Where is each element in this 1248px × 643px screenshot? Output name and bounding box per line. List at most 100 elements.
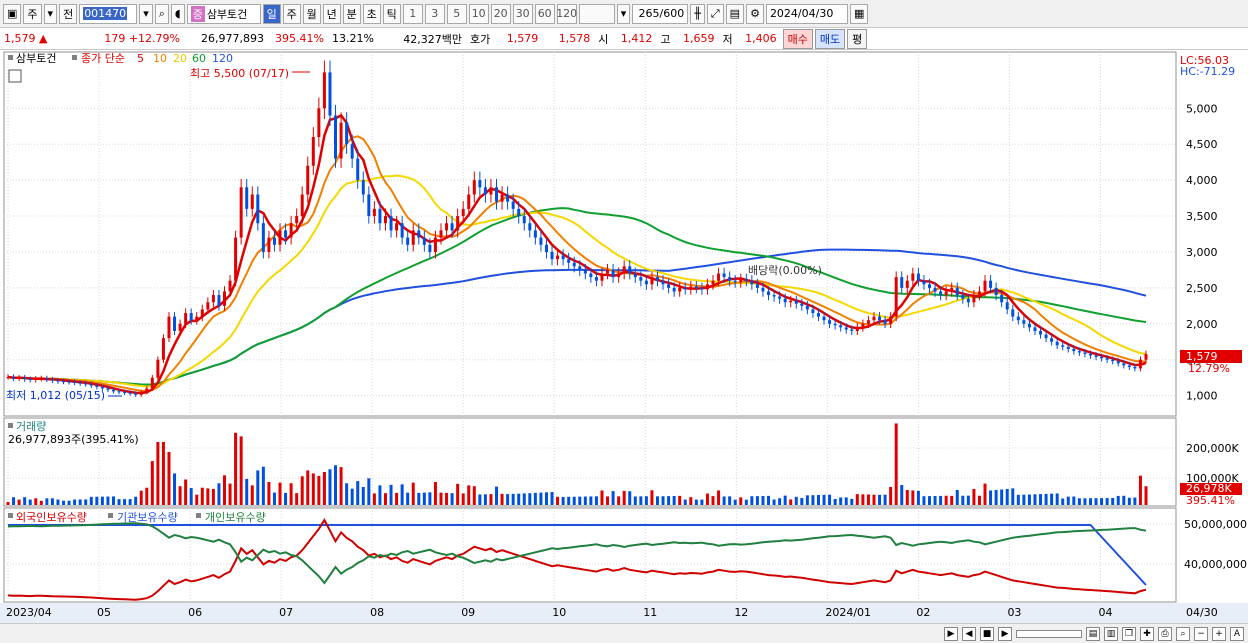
stop-icon[interactable]: ■ — [980, 626, 994, 641]
volume-bar — [533, 492, 537, 505]
sell-button[interactable]: 매도 — [814, 28, 846, 49]
zoom-slider[interactable] — [1016, 629, 1082, 638]
zoom-icon[interactable]: ⌕ — [1176, 626, 1190, 641]
candle-body — [200, 309, 204, 317]
date-input[interactable]: 2024/04/30 — [765, 3, 848, 24]
volume-bar — [17, 499, 21, 505]
calculator-icon[interactable] — [8, 69, 22, 83]
candle-body — [28, 379, 32, 381]
save-icon[interactable]: ▤ — [725, 3, 745, 24]
volume-bar — [461, 493, 465, 505]
period-tab-second[interactable]: 초 — [362, 3, 381, 24]
interval-10[interactable]: 10 — [468, 3, 489, 24]
font-icon[interactable]: A — [1230, 626, 1244, 641]
prev-button[interactable]: 전 — [59, 3, 78, 24]
interval-dropdown-icon[interactable]: ▾ — [616, 3, 631, 24]
candle-body — [228, 280, 232, 292]
candle-body — [722, 273, 726, 278]
forward-icon[interactable]: ▶ — [998, 626, 1012, 641]
rewind-icon[interactable]: ◀ — [962, 626, 976, 641]
gear-icon[interactable]: ⚙ — [746, 3, 764, 24]
volume-bar — [328, 469, 332, 505]
candle-body — [1050, 338, 1054, 342]
interval-30[interactable]: 30 — [512, 3, 533, 24]
candle-body — [517, 208, 521, 217]
volume-bar — [211, 488, 215, 505]
price-tick-label: 2,500 — [1186, 282, 1218, 295]
volume-bar — [111, 496, 115, 505]
candle-body — [833, 323, 837, 326]
volume-bar — [639, 496, 643, 505]
candle-body — [1088, 353, 1092, 356]
volume-bar — [34, 498, 38, 505]
open-label: 시 — [598, 32, 609, 46]
layout-icon[interactable]: ▤ — [1086, 626, 1100, 641]
zoom-out-icon[interactable]: − — [1194, 626, 1208, 641]
split-icon[interactable]: ▥ — [1104, 626, 1118, 641]
interval-custom-input[interactable] — [578, 3, 615, 24]
draw-tool-icon[interactable]: ⤢ — [706, 3, 724, 24]
speaker-icon[interactable]: ◖ — [170, 3, 185, 24]
candle-body — [955, 287, 959, 296]
interval-5[interactable]: 5 — [446, 3, 467, 24]
candle-body — [495, 187, 499, 202]
code-dropdown-icon[interactable]: ▾ — [139, 3, 153, 24]
period-tab-minute[interactable]: 분 — [342, 3, 361, 24]
volume-bar — [544, 492, 548, 505]
candle-body — [572, 262, 576, 267]
candle-type-icon[interactable]: ╫ — [690, 3, 705, 24]
volume-bar — [1066, 496, 1070, 505]
volume-bar — [977, 495, 981, 505]
volume-bar — [500, 493, 504, 505]
candle-body — [306, 165, 310, 195]
volume-bar — [1077, 498, 1081, 505]
scroll-right-icon[interactable]: ▶ — [944, 626, 958, 641]
candle-body — [778, 296, 782, 299]
interval-1[interactable]: 1 — [402, 3, 423, 24]
search-icon[interactable]: ⌕ — [154, 3, 169, 24]
candle-body — [794, 300, 798, 304]
candle-body — [600, 273, 604, 281]
candle-body — [12, 376, 16, 379]
period-tab-week[interactable]: 주 — [282, 3, 301, 24]
period-tab-month[interactable]: 월 — [302, 3, 321, 24]
volume-bar — [334, 465, 338, 505]
hc-label: HC:-71.29 — [1180, 65, 1235, 78]
volume-bar — [1022, 494, 1026, 505]
buy-button[interactable]: 매수 — [782, 28, 813, 49]
interval-60[interactable]: 60 — [534, 3, 555, 24]
print-icon[interactable]: ⎙ — [1158, 626, 1172, 641]
eval-button[interactable]: 평 — [847, 28, 868, 49]
volume-bar — [772, 499, 776, 505]
stock-name-field[interactable]: 증 삼부토건 — [186, 3, 261, 24]
stock-code-input[interactable]: 001470 — [79, 3, 138, 24]
volume-bar — [983, 483, 987, 505]
candle-body — [383, 216, 387, 224]
crosshair-icon[interactable]: ✚ — [1140, 626, 1154, 641]
market-select[interactable]: 주 — [23, 3, 42, 24]
candle-body — [1072, 348, 1076, 352]
volume-bar — [1144, 486, 1148, 505]
calendar-icon[interactable]: ▦ — [849, 3, 869, 24]
volume-bar — [300, 476, 304, 505]
volume-bar — [178, 486, 182, 505]
candle-body — [111, 389, 115, 392]
volume-bar — [161, 442, 165, 505]
stock-badge: 증 — [190, 5, 205, 22]
zoom-in-icon[interactable]: + — [1212, 626, 1226, 641]
candle-body — [211, 295, 215, 303]
period-tab-day[interactable]: 일 — [262, 3, 281, 24]
bar-count-input[interactable]: 265/600 — [632, 3, 689, 24]
candle-body — [739, 279, 743, 283]
period-tab-year[interactable]: 년 — [322, 3, 341, 24]
interval-3[interactable]: 3 — [424, 3, 445, 24]
volume-bar — [1127, 497, 1131, 505]
interval-120[interactable]: 120 — [556, 3, 577, 24]
interval-20[interactable]: 20 — [490, 3, 511, 24]
market-dropdown-icon[interactable]: ▾ — [43, 3, 58, 24]
copy-icon[interactable]: ❐ — [1122, 626, 1136, 641]
stock-chart: 5,0004,5004,0003,5003,0002,5002,0001,500… — [0, 50, 1248, 623]
volume-bar — [717, 490, 721, 505]
period-tab-tick[interactable]: 틱 — [382, 3, 401, 24]
window-menu-icon[interactable]: ▣ — [3, 3, 22, 24]
